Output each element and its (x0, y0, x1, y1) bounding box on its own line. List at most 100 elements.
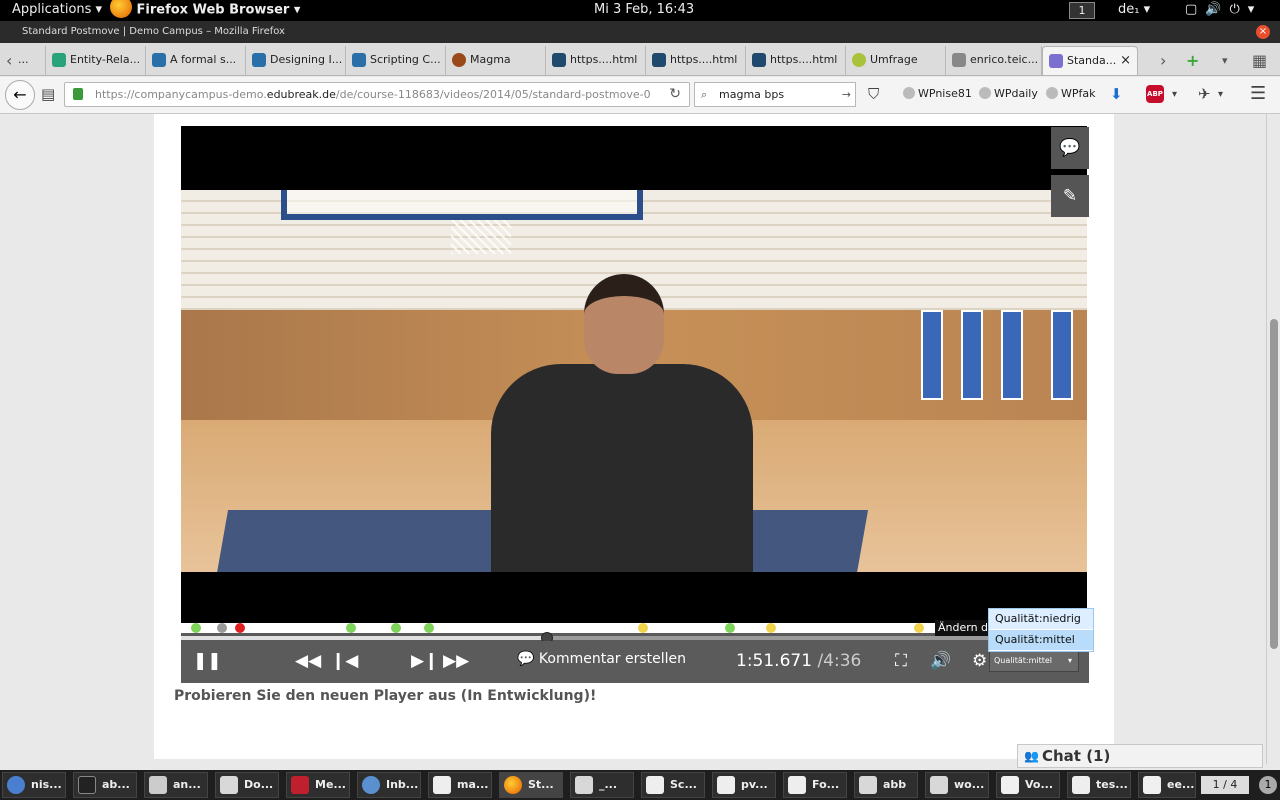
annotation-marker[interactable] (424, 623, 434, 633)
taskbar-item[interactable]: Sc... (641, 772, 705, 798)
extension-icon[interactable]: ✈ (1198, 85, 1211, 103)
adblock-plus-icon[interactable]: ABP (1146, 85, 1164, 103)
annotation-marker[interactable] (235, 623, 245, 633)
adblock-dropdown-icon[interactable]: ▾ (1172, 89, 1177, 100)
bookmark-wpfak[interactable]: WPfak (1046, 87, 1096, 100)
pocket-icon[interactable]: ⛉ (868, 85, 879, 103)
video-frame[interactable] (181, 190, 1087, 572)
taskbar-item[interactable]: ee... (1138, 772, 1196, 798)
workspace-indicator[interactable]: 1 (1069, 2, 1095, 19)
bookmark-wpnise81[interactable]: WPnise81 (903, 87, 972, 100)
annotation-marker[interactable] (725, 623, 735, 633)
search-go-icon[interactable]: → (842, 83, 851, 106)
firefox-app-label: Firefox Web Browser ▾ (136, 2, 301, 18)
annotation-marker[interactable] (346, 623, 356, 633)
tab[interactable]: Scripting C... (346, 46, 446, 75)
fast-forward-icon[interactable]: ▶▶ (443, 651, 469, 671)
volume-icon[interactable]: 🔊 (930, 651, 951, 671)
annotation-marker[interactable] (638, 623, 648, 633)
rewind-icon[interactable]: ◀◀ (295, 651, 321, 671)
window-close-button[interactable]: × (1256, 25, 1270, 39)
tab[interactable]: Magma (446, 46, 546, 75)
url-bar[interactable]: https://companycampus-demo.edubreak.de/d… (64, 82, 690, 107)
comment-sidebar-button[interactable]: 💬 (1051, 127, 1089, 169)
tab[interactable]: Designing I... (246, 46, 346, 75)
hamburger-menu-icon[interactable]: ☰ (1250, 83, 1266, 104)
page-scrollbar[interactable] (1266, 114, 1280, 764)
taskbar-item[interactable]: Vo... (996, 772, 1060, 798)
back-button[interactable]: ← (5, 80, 35, 110)
tab[interactable]: https....html (646, 46, 746, 75)
try-new-player-link[interactable]: Probieren Sie den neuen Player aus (In E… (174, 688, 596, 704)
tab-strip: ‹ ... Entity-Rela... A formal s... Desig… (0, 43, 1280, 76)
reload-icon[interactable]: ↻ (669, 83, 681, 106)
chat-users-icon: 👥 (1024, 749, 1039, 763)
tab-favicon-icon (752, 53, 766, 67)
tab-active[interactable]: Standa... × (1042, 46, 1138, 75)
tab-favicon-icon (1049, 54, 1063, 68)
tab[interactable]: https....html (746, 46, 846, 75)
annotation-marker[interactable] (914, 623, 924, 633)
tab[interactable]: enrico.teic... (946, 46, 1042, 75)
tab[interactable]: Umfrage (846, 46, 946, 75)
keyboard-layout[interactable]: de₁ ▾ (1118, 2, 1150, 17)
site-identity-icon[interactable]: ▤ (41, 85, 55, 103)
taskbar-item[interactable]: pv... (712, 772, 776, 798)
quality-dropdown-menu: Qualität:niedrig Qualität:mittel (988, 608, 1094, 652)
fullscreen-icon[interactable]: ⛶ (895, 651, 907, 671)
file-manager-icon (575, 776, 593, 794)
taskbar-item[interactable]: an... (144, 772, 208, 798)
bookmark-wpdaily[interactable]: WPdaily (979, 87, 1038, 100)
pause-icon[interactable]: ❚❚ (193, 651, 222, 671)
firefox-app-menu[interactable]: Firefox Web Browser ▾ (110, 0, 301, 18)
annotation-marker[interactable] (391, 623, 401, 633)
quality-select[interactable]: Qualität:mittel ▾ (989, 650, 1079, 672)
workspace-pager[interactable]: 1 / 4 (1201, 776, 1249, 794)
taskbar-item[interactable]: Inb... (357, 772, 421, 798)
scrollbar-thumb[interactable] (1270, 319, 1278, 649)
taskbar-item[interactable]: abb (854, 772, 918, 798)
annotation-marker[interactable] (217, 623, 227, 633)
tab[interactable]: A formal s... (146, 46, 246, 75)
system-tray[interactable]: ▢🔊⏻▾ (1185, 2, 1262, 17)
close-tab-icon[interactable]: × (1120, 47, 1131, 75)
tab-groups-icon[interactable]: ▦ (1252, 51, 1267, 70)
taskbar-item[interactable]: Fo... (783, 772, 847, 798)
annotation-marker[interactable] (766, 623, 776, 633)
taskbar-item[interactable]: wo... (925, 772, 989, 798)
extension-dropdown-icon[interactable]: ▾ (1218, 89, 1223, 100)
annotate-pen-button[interactable]: ✎ (1051, 175, 1089, 217)
step-forward-icon[interactable]: ▶❙ (411, 651, 438, 671)
quality-option-niedrig[interactable]: Qualität:niedrig (989, 609, 1093, 630)
create-comment-button[interactable]: 💬 Kommentar erstellen (517, 651, 686, 667)
taskbar-item[interactable]: Do... (215, 772, 279, 798)
clock[interactable]: Mi 3 Feb, 16:43 (594, 2, 694, 17)
tabs-scroll-right-icon[interactable]: › (1160, 51, 1166, 70)
step-back-icon[interactable]: ❙◀ (331, 651, 358, 671)
tab-favicon-icon (652, 53, 666, 67)
taskbar-item[interactable]: Me... (286, 772, 350, 798)
downloads-icon[interactable]: ⬇ (1110, 85, 1123, 103)
search-bar[interactable]: ⌕ magma bps → (694, 82, 856, 107)
tab-list-dropdown-icon[interactable]: ▾ (1222, 54, 1228, 67)
tabs-scroll-left-icon[interactable]: ‹ (6, 51, 12, 70)
tab[interactable]: Entity-Rela... (46, 46, 146, 75)
settings-gear-icon[interactable]: ⚙ (972, 651, 987, 671)
taskbar-item-active[interactable]: St... (499, 772, 563, 798)
annotation-marker[interactable] (191, 623, 201, 633)
applications-menu[interactable]: Applications ▾ (12, 2, 102, 17)
video-player[interactable] (181, 126, 1087, 633)
tab[interactable]: ... (14, 46, 46, 75)
quality-option-mittel[interactable]: Qualität:mittel (989, 630, 1093, 651)
taskbar-item[interactable]: _... (570, 772, 634, 798)
taskbar-item[interactable]: tes... (1067, 772, 1131, 798)
taskbar-item[interactable]: ab... (73, 772, 137, 798)
taskbar-item[interactable]: nis... (2, 772, 66, 798)
new-tab-plus-icon[interactable]: + (1186, 51, 1199, 70)
taskbar-item[interactable]: ma... (428, 772, 492, 798)
tab[interactable]: https....html (546, 46, 646, 75)
tab-favicon-icon (52, 53, 66, 67)
notification-badge[interactable]: 1 (1259, 776, 1277, 794)
chat-panel-button[interactable]: 👥 Chat (1) (1017, 744, 1263, 768)
tab-favicon-icon (852, 53, 866, 67)
